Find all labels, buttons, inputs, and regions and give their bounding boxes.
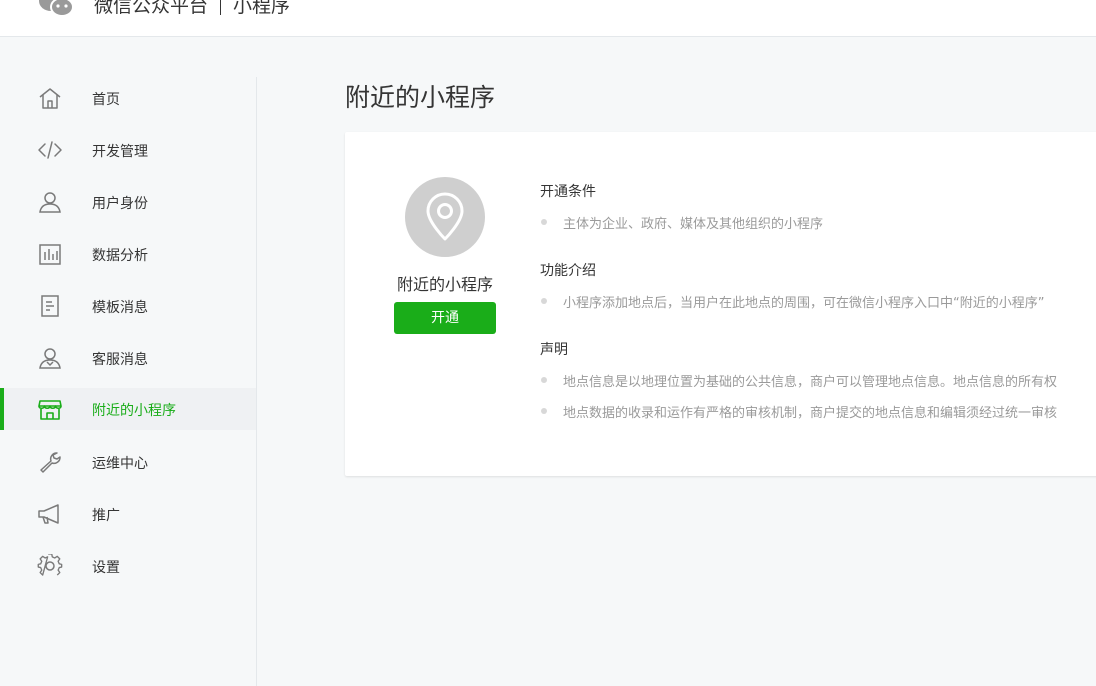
- list-item: 地点信息是以地理位置为基础的公共信息，商户可以管理地点信息。地点信息的所有权: [540, 371, 1096, 389]
- sidebar-item-home[interactable]: 首页: [0, 77, 256, 119]
- sidebar-item-label: 设置: [92, 560, 120, 576]
- list-item: 小程序添加地点后，当用户在此地点的周围，可在微信小程序入口中“附近的小程序”: [540, 292, 1096, 310]
- gear-icon: [37, 554, 63, 578]
- sidebar-item-dev-management[interactable]: 开发管理: [0, 129, 256, 171]
- list-item-text: 小程序添加地点后，当用户在此地点的周围，可在微信小程序入口中“附近的小程序”: [563, 296, 1045, 310]
- sidebar-item-user-identity[interactable]: 用户身份: [0, 181, 256, 223]
- sidebar-item-customer-service[interactable]: 客服消息: [0, 337, 256, 379]
- bullet-dot-icon: [541, 219, 547, 225]
- feature-name: 附近的小程序: [396, 275, 493, 294]
- list-item-text: 主体为企业、政府、媒体及其他组织的小程序: [563, 217, 824, 231]
- location-pin-icon: [405, 177, 485, 257]
- list-item-text: 地点信息是以地理位置为基础的公共信息，商户可以管理地点信息。地点信息的所有权: [563, 375, 1058, 389]
- sidebar-item-label: 用户身份: [92, 196, 148, 212]
- sidebar-item-settings[interactable]: 设置: [0, 545, 256, 587]
- bullet-dot-icon: [541, 408, 547, 414]
- code-icon: [37, 138, 63, 162]
- list-item: 地点数据的收录和运作有严格的审核机制，商户提交的地点信息和编辑须经过统一审核: [540, 402, 1096, 420]
- wrench-icon: [37, 450, 63, 474]
- user-icon: [37, 190, 63, 214]
- brand-title: 微信公众平台 小程序: [94, 0, 290, 18]
- section-title-statement: 声明: [540, 342, 568, 358]
- sidebar-item-ops-center[interactable]: 运维中心: [0, 441, 256, 483]
- wechat-logo-icon: [39, 0, 74, 17]
- sidebar-item-label: 数据分析: [92, 248, 148, 264]
- feature-card: 附近的小程序 开通 开通条件 主体为企业、政府、媒体及其他组织的小程序 功能介绍…: [345, 132, 1096, 476]
- page-title: 附近的小程序: [345, 83, 496, 112]
- sidebar-item-label: 客服消息: [92, 352, 148, 368]
- sidebar-item-promotion[interactable]: 推广: [0, 493, 256, 535]
- brand[interactable]: 微信公众平台 小程序: [38, 0, 290, 22]
- sidebar-item-data-analysis[interactable]: 数据分析: [0, 233, 256, 275]
- section-title-introduction: 功能介绍: [540, 263, 596, 279]
- sidebar-item-template-message[interactable]: 模板消息: [0, 285, 256, 327]
- section-title-requirements: 开通条件: [540, 184, 596, 200]
- sidebar-item-label: 附近的小程序: [92, 403, 176, 419]
- sidebar-item-label: 开发管理: [92, 144, 148, 160]
- sidebar-item-label: 首页: [92, 92, 120, 108]
- chart-icon: [37, 242, 63, 266]
- sidebar-item-nearby-miniprogram[interactable]: 附近的小程序: [0, 388, 256, 430]
- store-icon: [37, 397, 63, 421]
- home-icon: [37, 86, 63, 110]
- sidebar-nav: 首页 开发管理 用户身份 数据分析 模板消息 客服消息 附近的小程序 运维中心 …: [0, 77, 257, 686]
- list-item: 主体为企业、政府、媒体及其他组织的小程序: [540, 213, 1096, 231]
- megaphone-icon: [37, 502, 63, 526]
- top-header: 微信公众平台 小程序: [0, 0, 1096, 37]
- open-button[interactable]: 开通: [394, 302, 496, 334]
- customer-service-icon: [37, 346, 63, 370]
- sidebar-item-label: 模板消息: [92, 300, 148, 316]
- bullet-dot-icon: [541, 377, 547, 383]
- sidebar-item-label: 推广: [92, 508, 120, 524]
- document-icon: [37, 294, 63, 318]
- sidebar-item-label: 运维中心: [92, 456, 148, 472]
- bullet-dot-icon: [541, 298, 547, 304]
- list-item-text: 地点数据的收录和运作有严格的审核机制，商户提交的地点信息和编辑须经过统一审核: [563, 406, 1058, 420]
